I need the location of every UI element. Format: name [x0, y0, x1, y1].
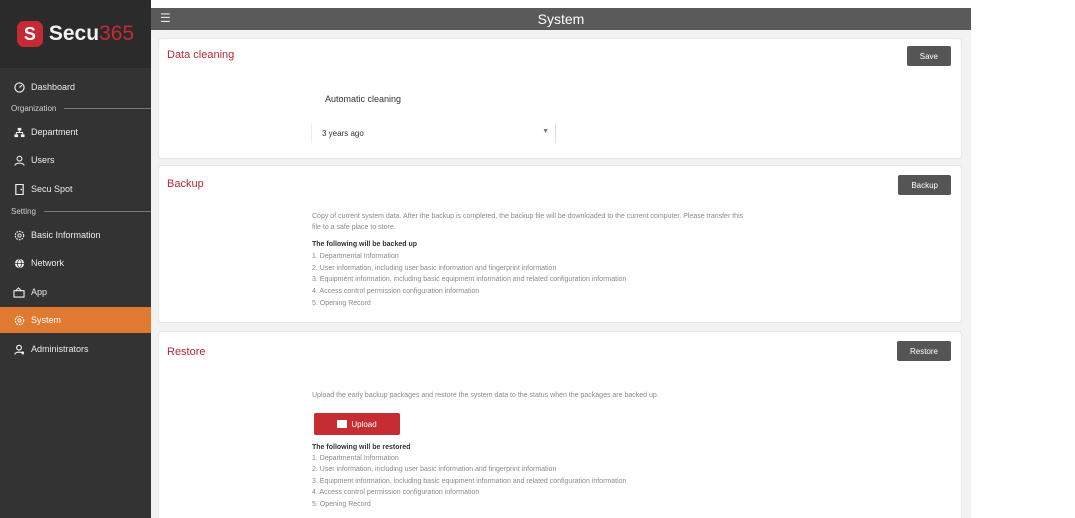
sidebar-item-app[interactable]: App: [0, 279, 151, 305]
card-title: Backup: [167, 178, 204, 190]
select-value: 3 years ago: [322, 128, 364, 138]
sidebar-item-label: Basic Information: [31, 230, 101, 240]
sidebar-item-administrators[interactable]: Administrators: [0, 336, 151, 362]
sidebar-item-label: Secu Spot: [31, 184, 73, 194]
image-icon: [337, 420, 348, 428]
list-item: 1. Departmental Information: [312, 253, 399, 260]
restore-description: Upload the early backup packages and res…: [312, 392, 659, 399]
hamburger-icon[interactable]: ☰: [160, 11, 174, 25]
sidebar-item-label: Users: [31, 155, 55, 165]
divider: [43, 211, 151, 212]
card-title: Restore: [167, 346, 206, 358]
dashboard-icon: [13, 81, 25, 93]
brand-mark: S: [16, 21, 43, 47]
org-chart-icon: [13, 126, 25, 138]
upload-label: Upload: [351, 419, 377, 429]
cleaning-period-select[interactable]: 3 years ago ▼: [311, 123, 556, 143]
list-item: 3. Equipment information, including basi…: [312, 478, 627, 485]
sidebar-item-label: System: [31, 315, 62, 325]
gear-icon: [13, 229, 25, 241]
sidebar-item-network[interactable]: Network: [0, 250, 151, 276]
chevron-down-icon: ▼: [542, 128, 549, 135]
backup-description-line2: file to a safe place to store.: [312, 224, 396, 231]
sidebar-item-dashboard[interactable]: Dashboard: [0, 74, 151, 100]
group-label-setting: Setting: [11, 207, 151, 216]
save-button[interactable]: Save: [906, 46, 951, 66]
sidebar-item-label: Department: [31, 127, 79, 137]
sidebar-item-label: Dashboard: [31, 82, 76, 92]
backup-list-title: The following will be backed up: [312, 241, 418, 248]
top-bar: ☰ System: [151, 8, 971, 30]
sidebar-item-secu-spot[interactable]: Secu Spot: [0, 176, 151, 202]
list-item: 2. User information, including user basi…: [312, 265, 557, 272]
brand-name-primary: Secu: [48, 22, 100, 45]
globe-icon: [13, 257, 25, 269]
divider: [64, 108, 151, 109]
gear-icon: [13, 314, 25, 326]
automatic-cleaning-label: Automatic cleaning: [325, 94, 402, 104]
sidebar-item-label: Network: [31, 258, 65, 268]
upload-button[interactable]: Upload: [314, 413, 400, 435]
main-content[interactable]: Data cleaning Save Automatic cleaning 3 …: [151, 30, 971, 518]
list-item: 3. Equipment information, including basi…: [312, 276, 627, 283]
sidebar-item-users[interactable]: Users: [0, 147, 151, 173]
app-window: S Secu365 Dashboard Organization Departm…: [0, 0, 1075, 518]
group-label-text: Setting: [11, 207, 36, 216]
restore-list-title: The following will be restored: [312, 444, 411, 451]
backup-description-line1: Copy of current system data. After the b…: [312, 213, 744, 220]
list-item: 1. Departmental Information: [312, 455, 399, 462]
brand-name: Secu365: [49, 22, 134, 46]
sidebar-item-department[interactable]: Department: [0, 119, 151, 145]
brand-name-accent: 365: [99, 22, 135, 45]
backup-button[interactable]: Backup: [898, 175, 951, 195]
app-icon: [13, 286, 25, 298]
list-item: 4. Access control permission configurati…: [312, 288, 480, 295]
brand-logo: S Secu365: [0, 0, 151, 68]
sidebar-item-label: App: [31, 287, 48, 297]
backup-card: Backup Backup Copy of current system dat…: [158, 165, 962, 323]
data-cleaning-card: Data cleaning Save Automatic cleaning 3 …: [158, 38, 962, 159]
restore-card: Restore Restore Upload the early backup …: [158, 331, 962, 518]
restore-button[interactable]: Restore: [896, 341, 951, 361]
list-item: 5. Opening Record: [312, 300, 371, 307]
admin-user-icon: [13, 343, 25, 355]
sidebar-item-label: Administrators: [31, 344, 89, 354]
sidebar-item-system[interactable]: System: [0, 307, 151, 333]
user-icon: [13, 154, 25, 166]
list-item: 2. User information, including user basi…: [312, 466, 557, 473]
group-label-text: Organization: [11, 104, 57, 113]
card-title: Data cleaning: [167, 49, 235, 61]
list-item: 4. Access control permission configurati…: [312, 489, 480, 496]
sidebar-item-basic-information[interactable]: Basic Information: [0, 222, 151, 248]
list-item: 5. Opening Record: [312, 501, 371, 508]
page-title: System: [537, 11, 585, 27]
door-icon: [13, 183, 25, 195]
sidebar: S Secu365 Dashboard Organization Departm…: [0, 0, 151, 518]
group-label-organization: Organization: [11, 104, 151, 113]
